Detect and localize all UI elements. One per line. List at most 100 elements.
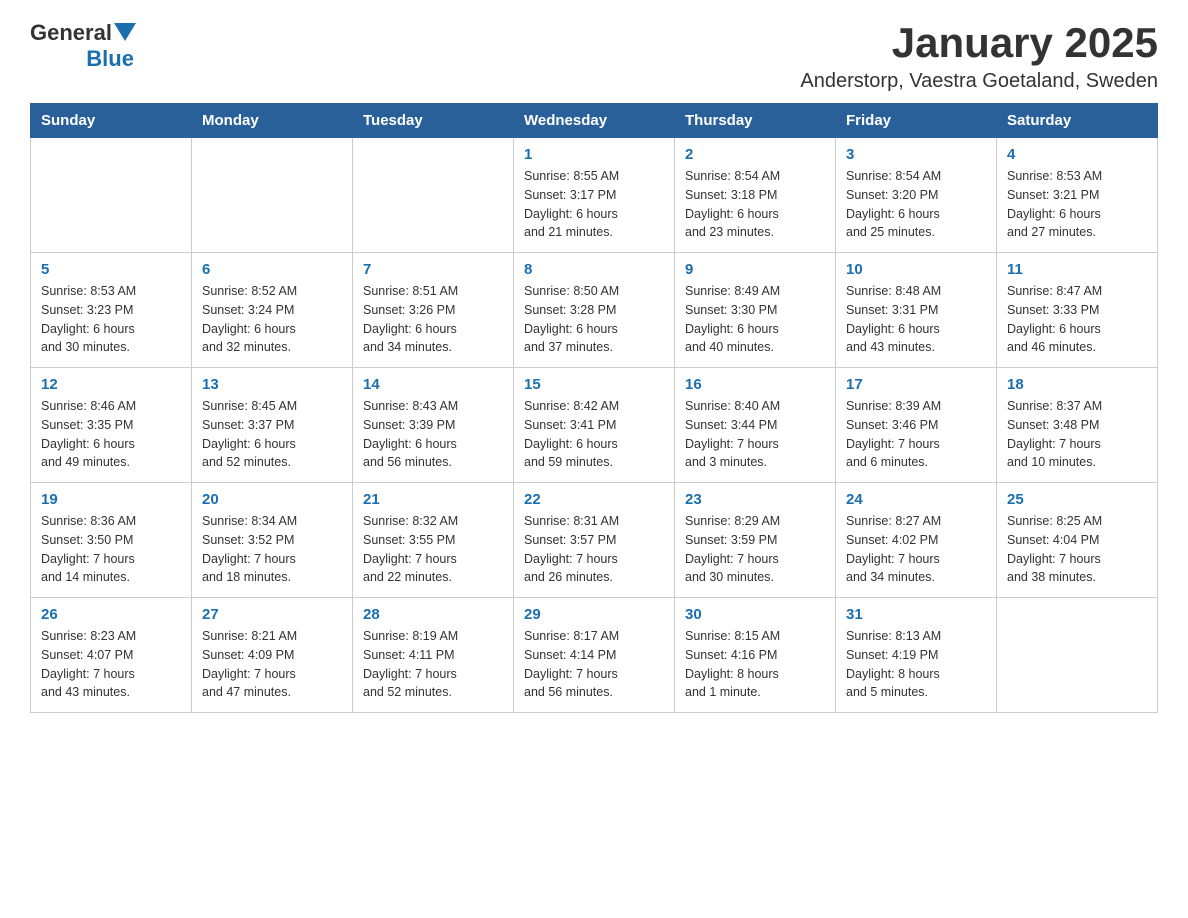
day-info: Sunrise: 8:29 AMSunset: 3:59 PMDaylight:… [685, 512, 825, 587]
calendar-cell: 30Sunrise: 8:15 AMSunset: 4:16 PMDayligh… [675, 598, 836, 713]
calendar-week-row: 19 Sunrise: 8:36 AMSunset: 3:50 PMDayligh… [31, 483, 1158, 598]
calendar-cell: 10 Sunrise: 8:48 AMSunset: 3:31 PMDayligh… [836, 253, 997, 368]
calendar-cell [997, 598, 1158, 713]
day-info: Sunrise: 8:37 AMSunset: 3:48 PMDaylight:… [1007, 397, 1147, 472]
calendar-header-row: SundayMondayTuesdayWednesdayThursdayFrid… [31, 104, 1158, 138]
calendar-cell [192, 138, 353, 253]
day-number: 26 [41, 606, 181, 623]
calendar-cell: 12 Sunrise: 8:46 AMSunset: 3:35 PMDayligh… [31, 368, 192, 483]
day-info: Sunrise: 8:50 AMSunset: 3:28 PMDaylight:… [524, 282, 664, 357]
calendar-cell: 17 Sunrise: 8:39 AMSunset: 3:46 PMDayligh… [836, 368, 997, 483]
day-info: Sunrise: 8:52 AMSunset: 3:24 PMDaylight:… [202, 282, 342, 357]
day-info: Sunrise: 8:31 AMSunset: 3:57 PMDaylight:… [524, 512, 664, 587]
day-number: 16 [685, 376, 825, 393]
calendar-cell: 20Sunrise: 8:34 AMSunset: 3:52 PMDayligh… [192, 483, 353, 598]
calendar-cell: 14 Sunrise: 8:43 AMSunset: 3:39 PMDayligh… [353, 368, 514, 483]
main-title: January 2025 [800, 20, 1158, 66]
day-number: 22 [524, 491, 664, 508]
day-info: Sunrise: 8:40 AMSunset: 3:44 PMDaylight:… [685, 397, 825, 472]
day-info: Sunrise: 8:48 AMSunset: 3:31 PMDaylight:… [846, 282, 986, 357]
weekday-header-saturday: Saturday [997, 104, 1158, 138]
calendar-cell [353, 138, 514, 253]
day-info: Sunrise: 8:47 AMSunset: 3:33 PMDaylight:… [1007, 282, 1147, 357]
day-number: 3 [846, 146, 986, 163]
calendar-cell: 22 Sunrise: 8:31 AMSunset: 3:57 PMDayligh… [514, 483, 675, 598]
day-info: Sunrise: 8:39 AMSunset: 3:46 PMDaylight:… [846, 397, 986, 472]
day-info: Sunrise: 8:43 AMSunset: 3:39 PMDaylight:… [363, 397, 503, 472]
calendar-week-row: 12 Sunrise: 8:46 AMSunset: 3:35 PMDayligh… [31, 368, 1158, 483]
day-number: 14 [363, 376, 503, 393]
day-number: 21 [363, 491, 503, 508]
calendar-cell: 26 Sunrise: 8:23 AMSunset: 4:07 PMDayligh… [31, 598, 192, 713]
subtitle: Anderstorp, Vaestra Goetaland, Sweden [800, 70, 1158, 93]
day-info: Sunrise: 8:36 AMSunset: 3:50 PMDaylight:… [41, 512, 181, 587]
day-info: Sunrise: 8:19 AMSunset: 4:11 PMDaylight:… [363, 627, 503, 702]
day-number: 20 [202, 491, 342, 508]
day-info: Sunrise: 8:46 AMSunset: 3:35 PMDaylight:… [41, 397, 181, 472]
page-header: General Blue January 2025 Anderstorp, Va… [30, 20, 1158, 93]
calendar-cell: 15 Sunrise: 8:42 AMSunset: 3:41 PMDayligh… [514, 368, 675, 483]
calendar-cell: 11 Sunrise: 8:47 AMSunset: 3:33 PMDayligh… [997, 253, 1158, 368]
day-number: 15 [524, 376, 664, 393]
logo: General Blue [30, 20, 136, 72]
calendar-cell: 29 Sunrise: 8:17 AMSunset: 4:14 PMDayligh… [514, 598, 675, 713]
day-info: Sunrise: 8:42 AMSunset: 3:41 PMDaylight:… [524, 397, 664, 472]
weekday-header-wednesday: Wednesday [514, 104, 675, 138]
day-info: Sunrise: 8:55 AMSunset: 3:17 PMDaylight:… [524, 167, 664, 242]
calendar-cell: 19 Sunrise: 8:36 AMSunset: 3:50 PMDayligh… [31, 483, 192, 598]
day-info: Sunrise: 8:25 AMSunset: 4:04 PMDaylight:… [1007, 512, 1147, 587]
calendar-cell: 7 Sunrise: 8:51 AMSunset: 3:26 PMDaylight… [353, 253, 514, 368]
logo-triangle-icon [114, 23, 136, 45]
day-info: Sunrise: 8:54 AMSunset: 3:20 PMDaylight:… [846, 167, 986, 242]
day-info: Sunrise: 8:32 AMSunset: 3:55 PMDaylight:… [363, 512, 503, 587]
day-number: 9 [685, 261, 825, 278]
day-number: 6 [202, 261, 342, 278]
calendar-cell: 6 Sunrise: 8:52 AMSunset: 3:24 PMDaylight… [192, 253, 353, 368]
day-number: 28 [363, 606, 503, 623]
day-number: 12 [41, 376, 181, 393]
weekday-header-thursday: Thursday [675, 104, 836, 138]
day-info: Sunrise: 8:17 AMSunset: 4:14 PMDaylight:… [524, 627, 664, 702]
day-number: 7 [363, 261, 503, 278]
day-info: Sunrise: 8:21 AMSunset: 4:09 PMDaylight:… [202, 627, 342, 702]
calendar-cell: 23 Sunrise: 8:29 AMSunset: 3:59 PMDayligh… [675, 483, 836, 598]
day-number: 30 [685, 606, 825, 623]
day-info: Sunrise: 8:23 AMSunset: 4:07 PMDaylight:… [41, 627, 181, 702]
calendar-cell [31, 138, 192, 253]
day-number: 29 [524, 606, 664, 623]
calendar-cell: 18 Sunrise: 8:37 AMSunset: 3:48 PMDayligh… [997, 368, 1158, 483]
calendar-cell: 2Sunrise: 8:54 AMSunset: 3:18 PMDaylight… [675, 138, 836, 253]
day-number: 31 [846, 606, 986, 623]
day-number: 8 [524, 261, 664, 278]
day-number: 23 [685, 491, 825, 508]
day-number: 19 [41, 491, 181, 508]
logo-general: General [30, 20, 112, 46]
weekday-header-tuesday: Tuesday [353, 104, 514, 138]
day-info: Sunrise: 8:45 AMSunset: 3:37 PMDaylight:… [202, 397, 342, 472]
calendar-cell: 8 Sunrise: 8:50 AMSunset: 3:28 PMDaylight… [514, 253, 675, 368]
day-number: 13 [202, 376, 342, 393]
day-number: 11 [1007, 261, 1147, 278]
day-info: Sunrise: 8:51 AMSunset: 3:26 PMDaylight:… [363, 282, 503, 357]
calendar-cell: 1Sunrise: 8:55 AMSunset: 3:17 PMDaylight… [514, 138, 675, 253]
calendar-cell: 24Sunrise: 8:27 AMSunset: 4:02 PMDayligh… [836, 483, 997, 598]
calendar-cell: 9 Sunrise: 8:49 AMSunset: 3:30 PMDaylight… [675, 253, 836, 368]
day-number: 5 [41, 261, 181, 278]
calendar-cell: 25 Sunrise: 8:25 AMSunset: 4:04 PMDayligh… [997, 483, 1158, 598]
day-number: 25 [1007, 491, 1147, 508]
day-number: 10 [846, 261, 986, 278]
day-number: 27 [202, 606, 342, 623]
day-info: Sunrise: 8:49 AMSunset: 3:30 PMDaylight:… [685, 282, 825, 357]
day-number: 17 [846, 376, 986, 393]
calendar-cell: 13 Sunrise: 8:45 AMSunset: 3:37 PMDayligh… [192, 368, 353, 483]
weekday-header-friday: Friday [836, 104, 997, 138]
weekday-header-monday: Monday [192, 104, 353, 138]
calendar-cell: 21 Sunrise: 8:32 AMSunset: 3:55 PMDayligh… [353, 483, 514, 598]
day-number: 24 [846, 491, 986, 508]
calendar-week-row: 5Sunrise: 8:53 AMSunset: 3:23 PMDaylight… [31, 253, 1158, 368]
calendar-cell: 4Sunrise: 8:53 AMSunset: 3:21 PMDaylight… [997, 138, 1158, 253]
calendar-cell: 28 Sunrise: 8:19 AMSunset: 4:11 PMDayligh… [353, 598, 514, 713]
day-number: 2 [685, 146, 825, 163]
calendar-cell: 31Sunrise: 8:13 AMSunset: 4:19 PMDayligh… [836, 598, 997, 713]
day-number: 18 [1007, 376, 1147, 393]
